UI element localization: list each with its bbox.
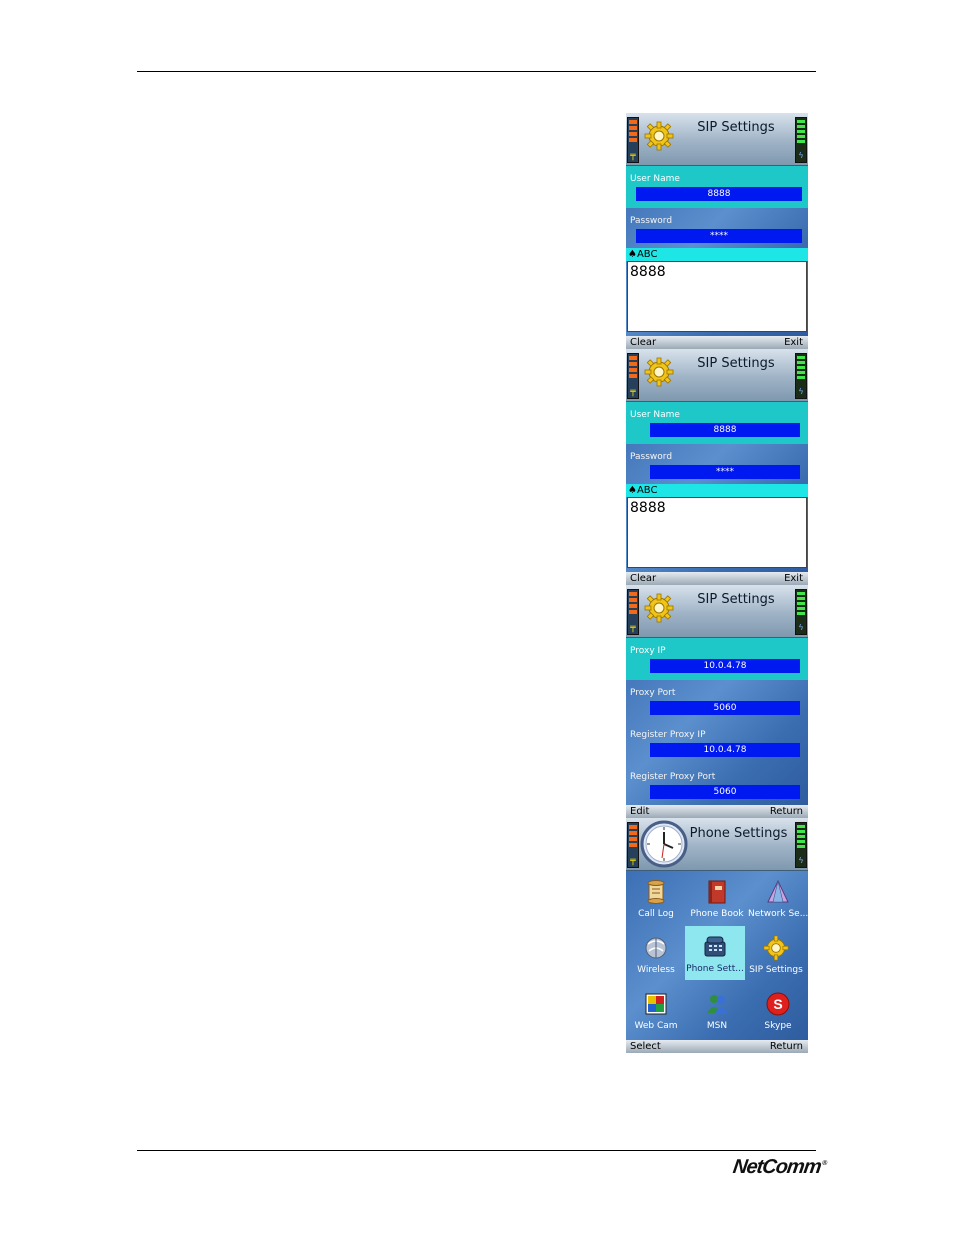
exit-softkey[interactable]: Exit xyxy=(784,572,803,585)
text-input-box[interactable]: 8888 xyxy=(627,497,807,568)
menu-item-msn[interactable]: MSN xyxy=(687,983,747,1037)
battery-icon: ϟ xyxy=(795,117,807,163)
menu-item-wireless[interactable]: Wireless xyxy=(626,927,686,981)
web-cam-icon xyxy=(645,993,667,1015)
select-softkey[interactable]: Select xyxy=(630,1040,661,1053)
title-bar: ╤ SIP Settings ϟ xyxy=(626,585,808,638)
exit-softkey[interactable]: Exit xyxy=(784,336,803,349)
softkey-bar: Edit Return xyxy=(626,805,808,818)
menu-item-web-cam[interactable]: Web Cam xyxy=(626,983,686,1037)
proxy-port-field[interactable]: Proxy Port 5060 xyxy=(626,680,808,722)
call-log-icon xyxy=(647,880,665,904)
password-field[interactable]: Password **** xyxy=(626,444,808,486)
screen-title: Phone Settings xyxy=(689,826,788,841)
softkey-bar: Clear Exit xyxy=(626,572,808,585)
field-label: Register Proxy Port xyxy=(630,772,716,782)
field-label: Password xyxy=(630,452,673,462)
skype-icon: S xyxy=(766,992,790,1016)
gear-icon xyxy=(644,357,674,387)
sip-settings-icon xyxy=(763,935,789,961)
menu-grid: Call Log Phone Book Network Se... Wirele… xyxy=(626,871,808,1053)
field-label: User Name xyxy=(630,174,680,184)
signal-strength-icon: ╤ xyxy=(627,353,639,399)
return-softkey[interactable]: Return xyxy=(770,1040,803,1053)
screen-title: SIP Settings xyxy=(697,592,775,607)
msn-icon xyxy=(707,995,728,1014)
field-label: Password xyxy=(630,216,673,226)
softkey-bar: Clear Exit xyxy=(626,336,808,349)
signal-strength-icon: ╤ xyxy=(627,117,639,163)
text-input-box[interactable]: 8888 xyxy=(627,261,807,332)
phone-settings-icon xyxy=(704,936,726,957)
footer-rule xyxy=(137,1150,816,1151)
menu-item-sip-settings[interactable]: SIP Settings xyxy=(746,927,806,981)
field-value[interactable]: 10.0.4.78 xyxy=(650,743,800,757)
register-proxy-ip-field[interactable]: Register Proxy IP 10.0.4.78 xyxy=(626,722,808,764)
settings-content: User Name 8888 Password **** ♠ABC 8888 C… xyxy=(626,166,808,349)
field-value[interactable]: 8888 xyxy=(636,187,802,201)
svg-text:S: S xyxy=(773,996,782,1012)
password-field[interactable]: Password **** xyxy=(626,208,808,250)
gear-icon xyxy=(644,121,674,151)
menu-item-skype[interactable]: S Skype xyxy=(748,983,808,1037)
return-softkey[interactable]: Return xyxy=(770,805,803,818)
battery-icon: ϟ xyxy=(795,822,807,868)
field-label: Register Proxy IP xyxy=(630,730,706,740)
register-proxy-port-field[interactable]: Register Proxy Port 5060 xyxy=(626,764,808,806)
user-name-field[interactable]: User Name 8888 xyxy=(626,166,808,208)
field-label: Proxy IP xyxy=(630,646,666,656)
field-label: User Name xyxy=(630,410,680,420)
title-bar: ╤ Phone Settings ϟ xyxy=(626,818,808,871)
phone-settings-screen: ╤ Phone Settings ϟ Call Log Phone Book N… xyxy=(626,818,808,1053)
title-bar: ╤ SIP Settings ϟ xyxy=(626,113,808,166)
signal-strength-icon: ╤ xyxy=(627,822,639,868)
softkey-bar: Select Return xyxy=(626,1040,808,1053)
field-value[interactable]: **** xyxy=(650,465,800,479)
gear-icon xyxy=(644,593,674,623)
field-value[interactable]: **** xyxy=(636,229,802,243)
proxy-ip-field[interactable]: Proxy IP 10.0.4.78 xyxy=(626,638,808,680)
battery-icon: ϟ xyxy=(795,353,807,399)
clock-icon xyxy=(640,820,688,868)
signal-strength-icon: ╤ xyxy=(627,589,639,635)
field-label: Proxy Port xyxy=(630,688,676,698)
screen-title: SIP Settings xyxy=(697,120,775,135)
input-mode-bar: ♠ABC xyxy=(626,248,808,261)
menu-item-phone-book[interactable]: Phone Book xyxy=(687,871,747,925)
field-value[interactable]: 10.0.4.78 xyxy=(650,659,800,673)
network-settings-icon xyxy=(767,879,789,903)
battery-icon: ϟ xyxy=(795,589,807,635)
screen-title: SIP Settings xyxy=(697,356,775,371)
field-value[interactable]: 5060 xyxy=(650,701,800,715)
header-rule xyxy=(137,71,816,72)
title-bar: ╤ SIP Settings ϟ xyxy=(626,349,808,402)
clear-softkey[interactable]: Clear xyxy=(630,572,656,585)
sip-settings-screen-1: ╤ SIP Settings ϟ User Name 8888 Password xyxy=(626,113,808,349)
settings-content: Proxy IP 10.0.4.78 Proxy Port 5060 Regis… xyxy=(626,638,808,818)
edit-softkey[interactable]: Edit xyxy=(630,805,649,818)
menu-item-phone-settings[interactable]: Phone Sett... xyxy=(685,926,745,980)
sip-settings-screen-3: ╤ SIP Settings ϟ Proxy IP 10.0.4.78 Prox… xyxy=(626,585,808,818)
settings-content: User Name 8888 Password **** ♠ABC 8888 C… xyxy=(626,402,808,585)
input-mode-bar: ♠ABC xyxy=(626,484,808,497)
field-value[interactable]: 8888 xyxy=(650,423,800,437)
field-value[interactable]: 5060 xyxy=(650,785,800,799)
menu-item-call-log[interactable]: Call Log xyxy=(626,871,686,925)
wireless-icon xyxy=(645,937,667,959)
clear-softkey[interactable]: Clear xyxy=(630,336,656,349)
netcomm-logo: NetComm® xyxy=(731,1156,827,1178)
menu-item-network-settings[interactable]: Network Se... xyxy=(748,871,808,925)
phone-book-icon xyxy=(708,880,726,904)
sip-settings-screen-2: ╤ SIP Settings ϟ User Name 8888 Password… xyxy=(626,349,808,585)
user-name-field[interactable]: User Name 8888 xyxy=(626,402,808,444)
